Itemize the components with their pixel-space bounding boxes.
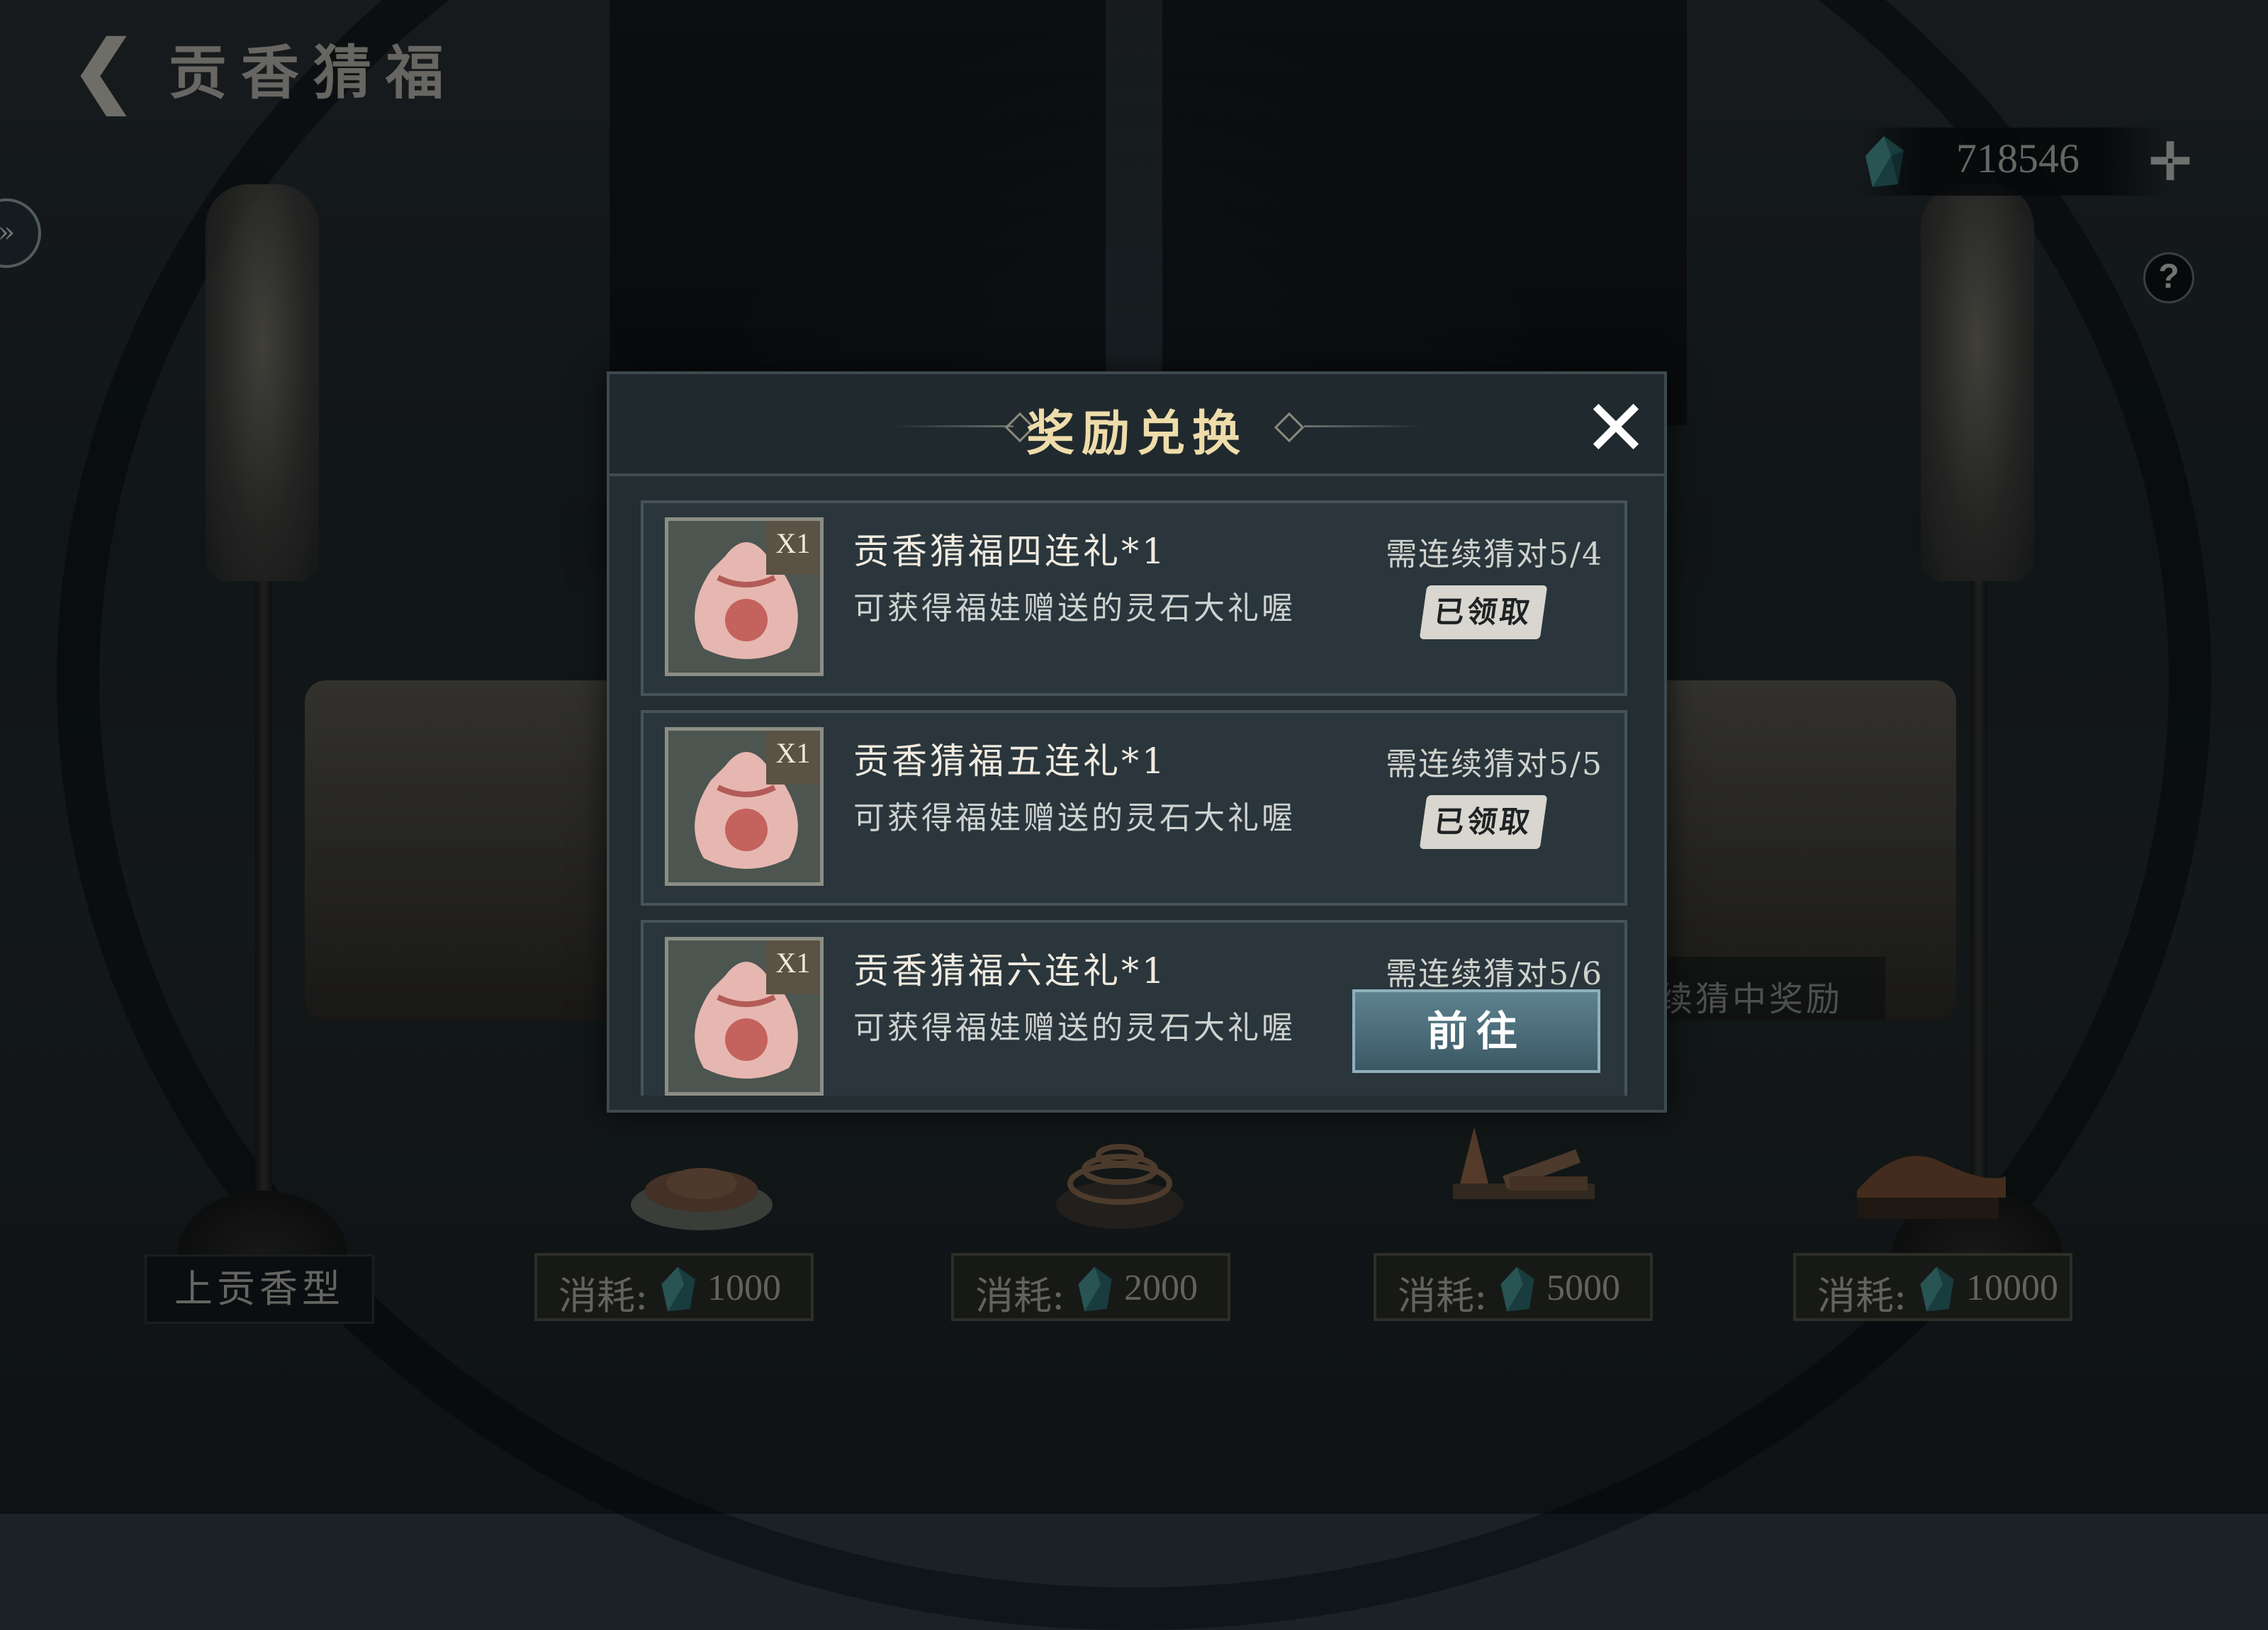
claimed-stamp: 已领取 xyxy=(1419,795,1548,849)
reward-requirement: 需连续猜对5/4 xyxy=(1386,536,1603,573)
reward-list[interactable]: X1 贡香猜福四连礼*1 可获得福娃赠送的灵石大礼喔 需连续猜对5/4 已领取 … xyxy=(641,500,1639,1096)
reward-row: X1 贡香猜福六连礼*1 可获得福娃赠送的灵石大礼喔 需连续猜对5/6 前往 xyxy=(641,920,1627,1096)
dialog-header: 奖励兑换 ✕ xyxy=(610,374,1664,476)
reward-requirement: 需连续猜对5/6 xyxy=(1386,956,1603,992)
reward-item-slot[interactable]: X1 xyxy=(665,517,824,676)
reward-description: 可获得福娃赠送的灵石大礼喔 xyxy=(853,590,1296,626)
reward-requirement: 需连续猜对5/5 xyxy=(1386,746,1603,782)
reward-exchange-dialog: 奖励兑换 ✕ X1 贡香猜福四连礼*1 可获得福娃赠送的灵石大礼喔 需连续猜对5… xyxy=(607,371,1667,1113)
reward-item-slot[interactable]: X1 xyxy=(665,727,824,886)
close-button[interactable]: ✕ xyxy=(1581,389,1651,467)
reward-item-slot[interactable]: X1 xyxy=(665,937,824,1096)
close-icon: ✕ xyxy=(1583,383,1649,473)
item-quantity-badge: X1 xyxy=(766,521,820,575)
reward-name: 贡香猜福六连礼*1 xyxy=(853,950,1167,991)
item-quantity-badge: X1 xyxy=(766,731,820,785)
reward-row: X1 贡香猜福五连礼*1 可获得福娃赠送的灵石大礼喔 需连续猜对5/5 已领取 xyxy=(641,710,1627,906)
dialog-title: 奖励兑换 xyxy=(1026,405,1247,462)
reward-name: 贡香猜福五连礼*1 xyxy=(853,741,1167,782)
claimed-stamp: 已领取 xyxy=(1419,585,1548,639)
go-button[interactable]: 前往 xyxy=(1352,989,1600,1073)
reward-description: 可获得福娃赠送的灵石大礼喔 xyxy=(853,1010,1296,1046)
title-divider xyxy=(1304,425,1425,427)
reward-description: 可获得福娃赠送的灵石大礼喔 xyxy=(853,800,1296,836)
reward-name: 贡香猜福四连礼*1 xyxy=(853,531,1167,572)
reward-row: X1 贡香猜福四连礼*1 可获得福娃赠送的灵石大礼喔 需连续猜对5/4 已领取 xyxy=(641,500,1627,696)
item-quantity-badge: X1 xyxy=(766,940,820,994)
